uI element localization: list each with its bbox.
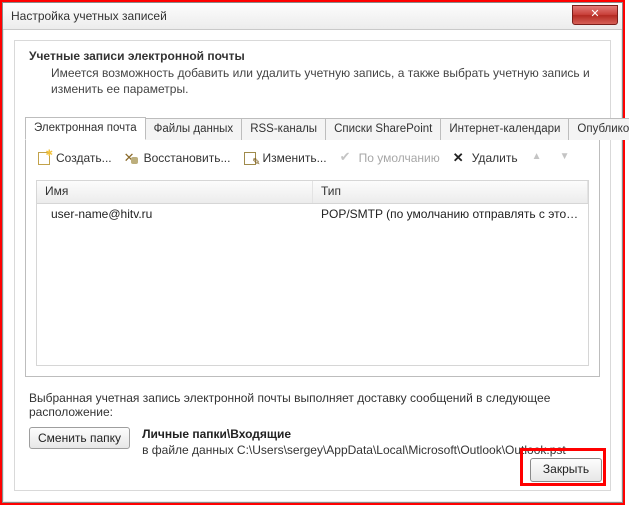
tab-email[interactable]: Электронная почта xyxy=(25,117,146,140)
delivery-description: Выбранная учетная запись электронной поч… xyxy=(29,391,596,419)
folder-info: Личные папки\Входящие в файле данных C:\… xyxy=(142,427,596,457)
close-button[interactable]: Закрыть xyxy=(530,458,602,482)
repair-icon xyxy=(124,150,140,166)
create-button[interactable]: Создать... xyxy=(36,150,112,166)
new-icon xyxy=(36,150,52,166)
tab-data-files[interactable]: Файлы данных xyxy=(145,118,243,140)
dialog-window: Настройка учетных записей ✕ Учетные запи… xyxy=(2,2,623,503)
edit-icon xyxy=(242,150,258,166)
column-header-name[interactable]: Имя xyxy=(37,181,313,203)
arrow-down-icon xyxy=(558,150,574,166)
grid-header: Имя Тип xyxy=(37,181,588,204)
window-title: Настройка учетных записей xyxy=(11,9,167,23)
check-icon xyxy=(339,150,355,166)
change-button[interactable]: Изменить... xyxy=(242,150,326,166)
tab-panel: Создать... Восстановить... Изменить... xyxy=(25,140,600,377)
set-default-button: По умолчанию xyxy=(339,150,440,166)
tab-rss[interactable]: RSS-каналы xyxy=(241,118,326,140)
toolbar: Создать... Восстановить... Изменить... xyxy=(26,140,599,174)
close-icon: ✕ xyxy=(590,8,599,20)
delete-icon xyxy=(452,150,468,166)
delete-button[interactable]: Удалить xyxy=(452,150,518,166)
folder-title: Личные папки\Входящие xyxy=(142,427,596,441)
inner-panel: Учетные записи электронной почты Имеется… xyxy=(14,40,611,491)
move-up-button xyxy=(530,150,546,166)
table-row[interactable]: user-name@hitv.ru POP/SMTP (по умолчанию… xyxy=(37,204,588,224)
header-section: Учетные записи электронной почты Имеется… xyxy=(15,41,610,103)
arrow-up-icon xyxy=(530,150,546,166)
tab-sharepoint[interactable]: Списки SharePoint xyxy=(325,118,441,140)
cell-account-name: user-name@hitv.ru xyxy=(37,204,313,224)
folder-line: Сменить папку Личные папки\Входящие в фа… xyxy=(29,427,596,457)
change-folder-button[interactable]: Сменить папку xyxy=(29,427,130,449)
cell-account-type: POP/SMTP (по умолчанию отправлять с этой… xyxy=(313,204,588,224)
titlebar: Настройка учетных записей ✕ xyxy=(3,3,622,30)
accounts-grid[interactable]: Имя Тип user-name@hitv.ru POP/SMTP (по у… xyxy=(36,180,589,366)
tab-internet-calendars[interactable]: Интернет-календари xyxy=(440,118,569,140)
client-area: Учетные записи электронной почты Имеется… xyxy=(4,30,621,501)
page-description: Имеется возможность добавить или удалить… xyxy=(29,65,596,97)
tab-published[interactable]: Опубликован xyxy=(568,118,629,140)
folder-path: в файле данных C:\Users\sergey\AppData\L… xyxy=(142,443,596,457)
window-close-button[interactable]: ✕ xyxy=(572,5,618,25)
repair-button[interactable]: Восстановить... xyxy=(124,150,231,166)
page-title: Учетные записи электронной почты xyxy=(29,49,596,63)
column-header-type[interactable]: Тип xyxy=(313,181,588,203)
move-down-button xyxy=(558,150,574,166)
tabstrip: Электронная почта Файлы данных RSS-канал… xyxy=(25,117,600,140)
